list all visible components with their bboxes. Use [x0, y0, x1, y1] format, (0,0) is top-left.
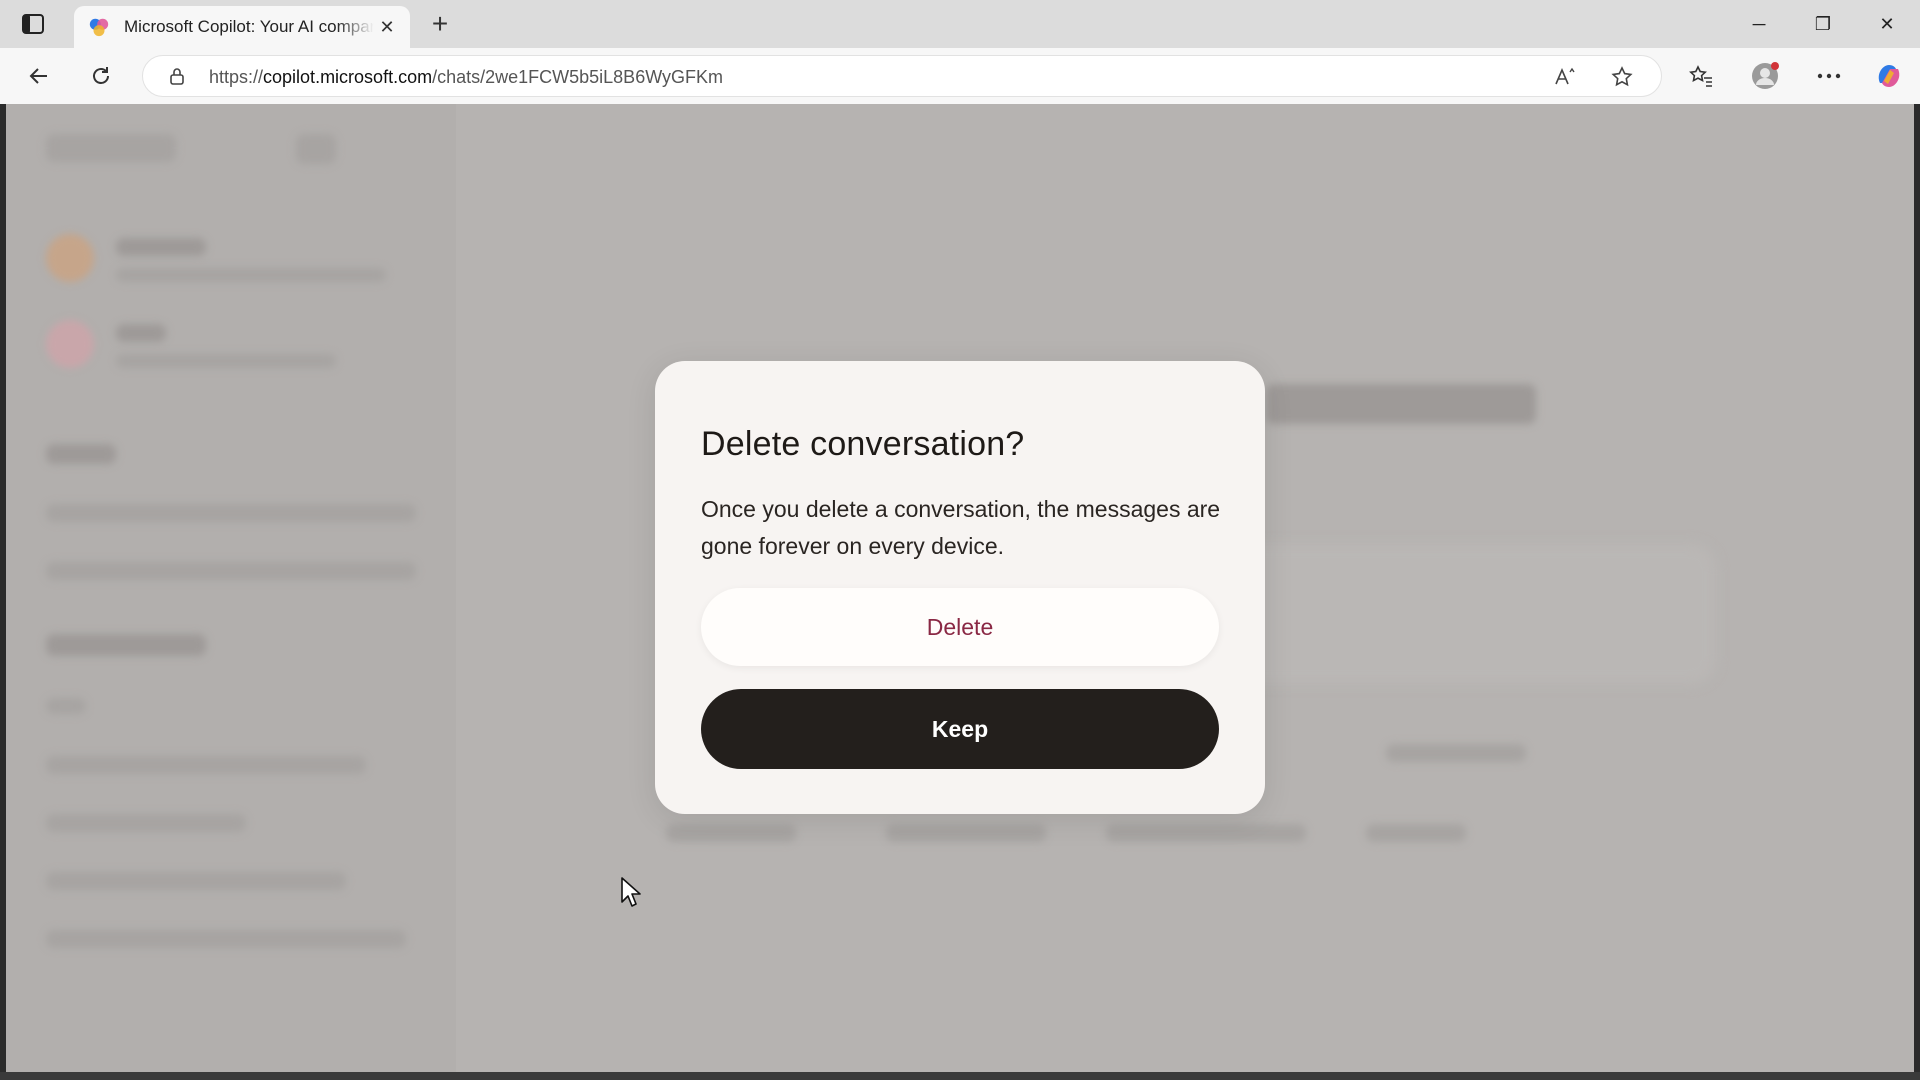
blurred-composer: [1196, 544, 1716, 684]
keep-button[interactable]: Keep: [701, 689, 1219, 769]
copilot-icon[interactable]: [1870, 58, 1908, 94]
profile-icon[interactable]: [1746, 58, 1784, 94]
back-icon[interactable]: [20, 58, 58, 94]
lock-icon[interactable]: [167, 66, 187, 86]
blurred-heading: [1266, 384, 1536, 424]
address-bar[interactable]: https://copilot.microsoft.com/chats/2we1…: [142, 55, 1662, 97]
close-window-button[interactable]: ✕: [1864, 8, 1910, 40]
delete-button[interactable]: Delete: [701, 588, 1219, 666]
url-text[interactable]: https://copilot.microsoft.com/chats/2we1…: [209, 67, 723, 88]
browser-toolbar: https://copilot.microsoft.com/chats/2we1…: [0, 48, 1920, 104]
mouse-cursor-icon: [621, 877, 641, 907]
read-aloud-icon[interactable]: [1553, 64, 1579, 90]
browser-titlebar: Microsoft Copilot: Your AI companion ✕ +…: [0, 0, 1920, 48]
tab-close-icon[interactable]: ✕: [376, 16, 398, 38]
minimize-button[interactable]: ─: [1736, 8, 1782, 40]
new-tab-button[interactable]: +: [424, 8, 456, 40]
favorites-list-icon[interactable]: [1682, 58, 1720, 94]
tab-title: Microsoft Copilot: Your AI companion: [124, 17, 374, 36]
refresh-icon[interactable]: [82, 58, 120, 94]
copilot-favicon: [89, 18, 109, 37]
dialog-body: Once you delete a conversation, the mess…: [701, 496, 1221, 559]
blurred-sidebar: [6, 104, 456, 1072]
window-bottom-edge: [0, 1072, 1920, 1080]
dialog-title: Delete conversation?: [701, 425, 1025, 463]
restore-button[interactable]: ❐: [1800, 8, 1846, 40]
browser-tab-active[interactable]: Microsoft Copilot: Your AI companion ✕: [74, 6, 410, 48]
favorite-star-icon[interactable]: [1609, 64, 1635, 90]
delete-conversation-dialog: Delete conversation? Once you delete a c…: [655, 361, 1265, 814]
sidebar-toggle-icon[interactable]: [20, 12, 46, 36]
more-icon[interactable]: [1810, 58, 1848, 94]
